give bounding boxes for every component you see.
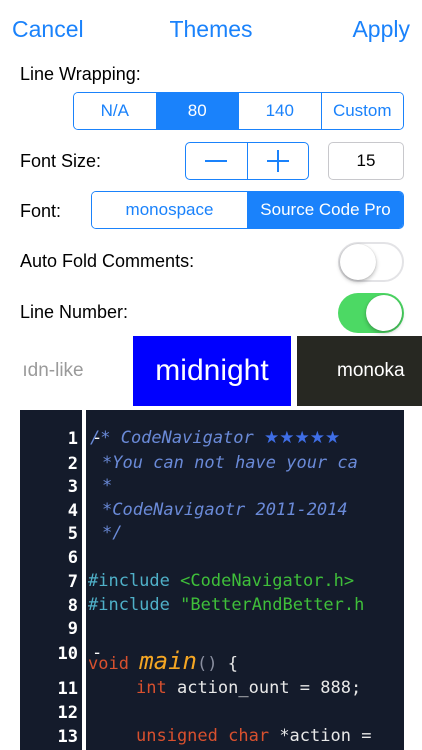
font-size-label: Font Size:: [20, 151, 102, 171]
page-title: Themes: [169, 16, 253, 42]
code-line: 4 *CodeNavigaotr 2011-2014: [20, 500, 404, 522]
code-text: *: [102, 476, 113, 496]
line-wrapping-label: Line Wrapping:: [20, 64, 141, 84]
apply-button[interactable]: Apply: [352, 16, 410, 43]
theme-tile-plain[interactable]: ıdn-like: [0, 336, 118, 406]
line-number: 8: [67, 596, 78, 616]
line-number: 10: [57, 644, 78, 664]
code-line: 12: [20, 702, 404, 724]
decrement-button[interactable]: [186, 143, 247, 179]
font-size-stepper: [185, 142, 309, 180]
code-text: (): [197, 654, 218, 674]
code-text: */: [102, 523, 123, 543]
theme-tile-midnight[interactable]: midnight: [133, 336, 291, 406]
line-wrapping-option-80[interactable]: 80: [155, 93, 238, 129]
line-number: 1: [67, 429, 78, 449]
line-wrapping-option-na[interactable]: N/A: [74, 93, 156, 129]
line-wrapping-segmented-control: N/A 80 140 Custom: [73, 92, 404, 130]
code-text: #include: [88, 571, 170, 591]
theme-tile-monokai[interactable]: monoka: [297, 336, 422, 406]
code-line: 9: [20, 618, 404, 640]
line-wrapping-option-140[interactable]: 140: [238, 93, 321, 129]
navigation-bar: Cancel Themes Apply: [0, 0, 422, 62]
code-text: void: [88, 654, 129, 674]
font-option-source-code-pro[interactable]: Source Code Pro: [247, 192, 403, 228]
code-line: 5 */: [20, 523, 404, 545]
code-text: int: [136, 678, 167, 698]
code-text: {: [227, 654, 238, 674]
line-number: 13: [57, 727, 78, 747]
font-size-value: 15: [328, 142, 404, 180]
code-line: 10 - void main() {: [20, 643, 404, 675]
theme-carousel[interactable]: ıdn-like midnight monoka: [0, 336, 422, 406]
minus-icon: [205, 160, 228, 162]
line-number: 6: [67, 548, 78, 568]
line-number-label: Line Number:: [20, 302, 129, 322]
code-text: <CodeNavigator.h>: [180, 571, 355, 591]
code-line: 1 - /* CodeNavigator ★★★★★: [20, 428, 404, 450]
code-text: "BetterAndBetter.h: [180, 595, 365, 615]
star-rating: ★★★★★: [264, 428, 341, 448]
line-wrapping-option-custom[interactable]: Custom: [320, 93, 403, 129]
code-text: *CodeNavigaotr 2011-2014: [102, 500, 348, 520]
line-number: 2: [67, 454, 78, 474]
increment-button[interactable]: [246, 143, 309, 179]
code-line: 3 *: [20, 476, 404, 498]
line-number: 7: [67, 572, 78, 592]
code-text: /* CodeNavigator: [90, 428, 254, 448]
code-line: 6: [20, 547, 404, 569]
switch-knob: [340, 244, 376, 280]
line-number: 12: [57, 703, 78, 723]
line-number: 11: [57, 679, 78, 699]
cancel-button[interactable]: Cancel: [12, 16, 84, 43]
line-number: 9: [67, 619, 78, 639]
code-line: 11 int action_ount = 888;: [20, 678, 404, 700]
font-label: Font:: [20, 201, 62, 221]
code-line: 7 #include <CodeNavigator.h>: [20, 571, 404, 593]
switch-knob: [366, 295, 402, 331]
code-line: 2 *You can not have your ca: [20, 453, 404, 475]
font-option-monospace[interactable]: monospace: [92, 192, 247, 228]
code-text: #include: [88, 595, 170, 615]
code-text: unsigned char: [136, 726, 270, 746]
auto-fold-comments-switch[interactable]: [338, 242, 404, 282]
code-text: main: [139, 647, 197, 675]
code-text: *You can not have your ca: [102, 453, 358, 473]
auto-fold-comments-label: Auto Fold Comments:: [20, 251, 195, 271]
line-number: 3: [67, 477, 78, 497]
line-number: 4: [67, 501, 78, 521]
code-line: 8 #include "BetterAndBetter.h: [20, 595, 404, 617]
code-preview: 1 - /* CodeNavigator ★★★★★ 2 *You can no…: [20, 410, 404, 750]
plus-icon: [266, 150, 289, 172]
font-segmented-control: monospace Source Code Pro: [91, 191, 404, 229]
code-text: *action =: [279, 726, 372, 746]
line-number-switch[interactable]: [338, 293, 404, 333]
line-number: 5: [67, 524, 78, 544]
code-line: 13 unsigned char *action =: [20, 726, 404, 748]
code-text: action_ount = 888;: [176, 678, 362, 698]
